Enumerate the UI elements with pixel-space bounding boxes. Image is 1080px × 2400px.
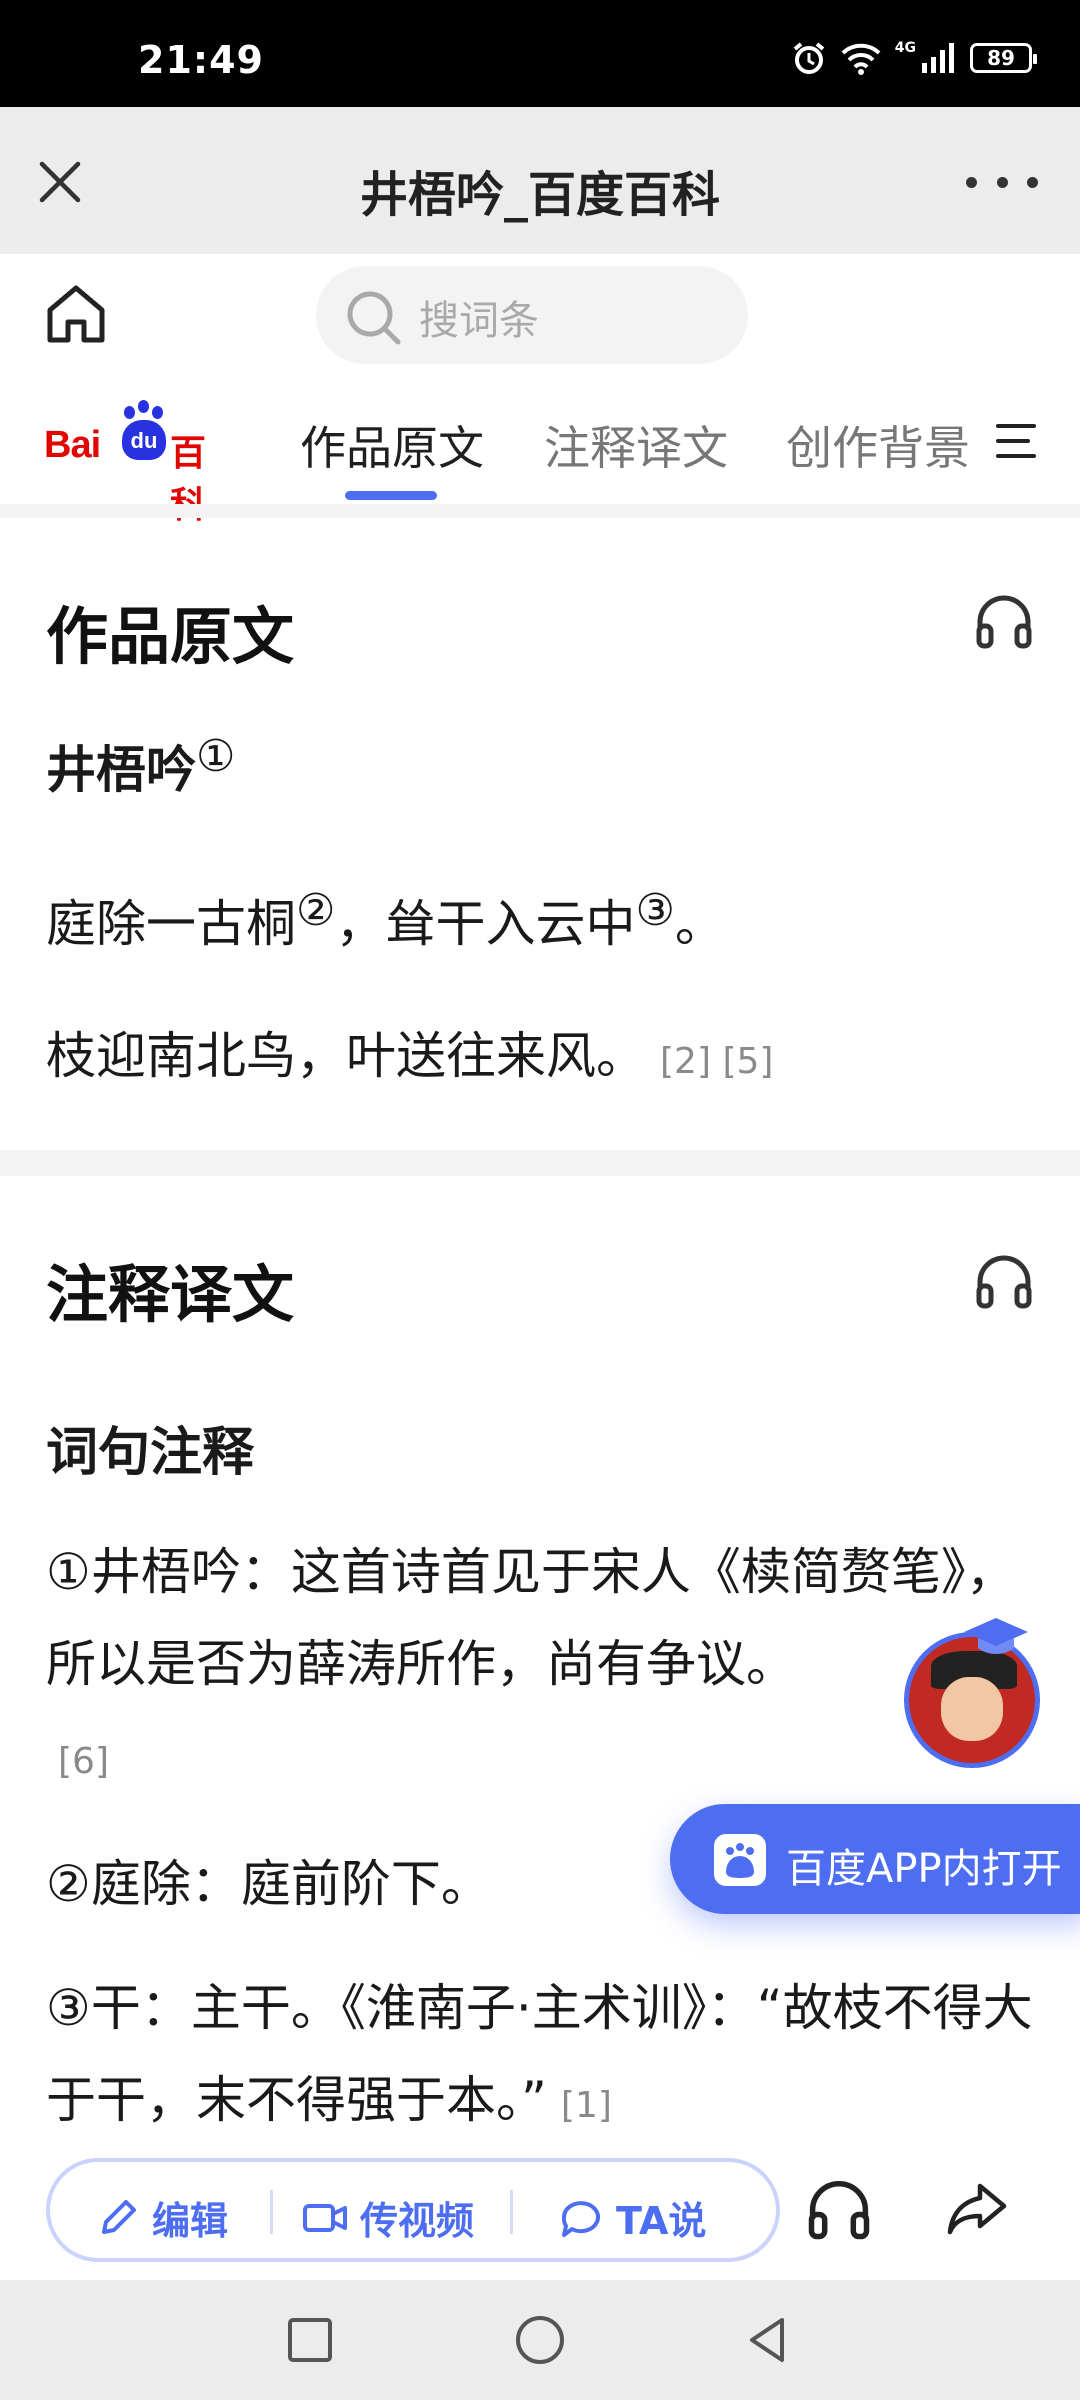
baidu-baike-logo[interactable]: Bai du 百科 xyxy=(44,400,240,526)
recent-apps-button[interactable] xyxy=(280,2310,340,2370)
battery-indicator: 89 xyxy=(970,43,1037,73)
graduation-cap-icon xyxy=(964,1618,1028,1654)
edit-button[interactable]: 编辑 xyxy=(96,2190,228,2245)
poem-line-1: 庭除一古桐②，耸干入云中③。 xyxy=(46,884,725,956)
section-title-original: 作品原文 xyxy=(46,600,295,673)
section-divider xyxy=(0,1150,1080,1176)
logo-paw-dot xyxy=(124,406,135,419)
more-dot-icon xyxy=(996,176,1008,188)
note-item: ③干：主干。《淮南子·主术训》：“故枝不得大于干，末不得强于本。” [1] xyxy=(46,1962,1046,2152)
back-nav-button[interactable] xyxy=(738,2310,798,2370)
menu-line-icon xyxy=(996,424,1036,428)
poem-line-text: 枝迎南北鸟，叶送往来风。 xyxy=(46,1027,646,1085)
poem-title-text: 井梧吟 xyxy=(46,741,196,799)
menu-line-icon xyxy=(996,439,1030,443)
more-options-button[interactable] xyxy=(966,159,1038,205)
tab-original[interactable]: 作品原文 xyxy=(300,412,484,478)
logo-paw-dot xyxy=(152,406,163,419)
home-button[interactable] xyxy=(40,278,112,350)
ta-say-label: TA说 xyxy=(616,2199,707,2243)
bottom-toolbar: 编辑 传视频 TA说 xyxy=(0,2138,1080,2280)
search-placeholder: 搜词条 xyxy=(419,298,539,344)
section-title-notes: 注释译文 xyxy=(46,1258,295,1331)
note-item: ①井梧吟：这首诗首见于宋人《椟简赘笔》，所以是否为薛涛所作，尚有争议。 [6] xyxy=(46,1526,1046,1808)
toolbar-separator xyxy=(510,2190,513,2234)
search-icon xyxy=(347,291,401,345)
reference-link[interactable]: [6] xyxy=(58,1741,109,1782)
baidu-paw-icon xyxy=(726,1843,754,1878)
headphone-icon xyxy=(976,595,1032,649)
headphone-icon xyxy=(808,2180,870,2240)
section-divider xyxy=(0,504,1080,518)
video-camera-icon xyxy=(303,2203,347,2232)
poem-line-2: 枝迎南北鸟，叶送往来风。 [2] [5] xyxy=(46,1016,773,1088)
system-navigation-bar xyxy=(0,2280,1080,2400)
logo-text-bai: Bai xyxy=(44,424,101,466)
note-mark[interactable]: ③ xyxy=(635,885,674,936)
page-title: 井梧吟_百度百科 xyxy=(359,167,720,223)
upload-video-label: 传视频 xyxy=(360,2199,475,2243)
status-icons: 4G 89 xyxy=(791,40,1037,76)
listen-original-button[interactable] xyxy=(974,592,1034,650)
open-in-app-label: 百度APP内打开 xyxy=(786,1846,1062,1892)
home-nav-button[interactable] xyxy=(510,2310,570,2370)
status-bar: 21:49 4G 89 xyxy=(0,0,1080,107)
avatar-face xyxy=(941,1677,1003,1741)
signal-icon xyxy=(922,43,954,73)
alarm-icon xyxy=(793,42,825,74)
wifi-icon xyxy=(841,43,881,75)
tab-notes[interactable]: 注释译文 xyxy=(544,412,728,478)
active-tab-indicator xyxy=(345,491,437,500)
ta-say-button[interactable]: TA说 xyxy=(558,2190,706,2245)
edit-label: 编辑 xyxy=(152,2199,229,2243)
back-triangle-icon xyxy=(750,2318,784,2362)
square-icon xyxy=(288,2318,332,2362)
baidu-app-icon xyxy=(714,1834,766,1886)
network-type: 4G xyxy=(894,40,916,56)
note-text: ①井梧吟：这首诗首见于宋人《椟简赘笔》，所以是否为薛涛所作，尚有争议。 xyxy=(46,1543,1016,1693)
share-icon xyxy=(947,2183,1007,2235)
headphone-icon xyxy=(976,1255,1032,1309)
circle-icon xyxy=(516,2316,564,2364)
home-icon xyxy=(47,285,105,343)
more-dot-icon xyxy=(966,176,977,188)
pencil-icon xyxy=(102,2199,136,2234)
chat-bubble-icon xyxy=(561,2200,600,2237)
subsection-title: 词句注释 xyxy=(46,1423,255,1483)
note-mark[interactable]: ① xyxy=(196,731,235,782)
poem-line-text: 。 xyxy=(674,895,725,953)
open-in-app-button[interactable]: 百度APP内打开 xyxy=(670,1804,1080,1914)
note-text: ③干：主干。《淮南子·主术训》：“故枝不得大于干，末不得强于本。” xyxy=(46,1979,1033,2129)
tab-background[interactable]: 创作背景 xyxy=(786,412,970,478)
poem-title: 井梧吟① xyxy=(46,730,235,802)
share-button[interactable] xyxy=(944,2176,1010,2242)
menu-button[interactable] xyxy=(996,424,1036,460)
upload-video-button[interactable]: 传视频 xyxy=(302,2190,474,2245)
note-text: ②庭除：庭前阶下。 xyxy=(46,1855,491,1913)
menu-line-icon xyxy=(996,454,1036,458)
status-time: 21:49 xyxy=(138,38,264,82)
listen-button[interactable] xyxy=(806,2176,872,2242)
toolbar-separator xyxy=(270,2190,273,2234)
logo-paw-du: du xyxy=(122,420,166,460)
poem-line-text: 庭除一古桐 xyxy=(46,895,296,953)
poem-line-text: ，耸干入云中 xyxy=(335,895,636,953)
action-pill: 编辑 传视频 TA说 xyxy=(46,2158,780,2262)
more-dot-icon xyxy=(1027,176,1038,188)
logo-paw-dot xyxy=(138,400,149,413)
reference-link[interactable]: [2] [5] xyxy=(660,1041,773,1082)
reference-link[interactable]: [1] xyxy=(561,2085,612,2126)
browser-header: 井梧吟_百度百科 xyxy=(0,107,1080,254)
note-mark[interactable]: ② xyxy=(296,885,335,936)
search-input[interactable]: 搜词条 xyxy=(316,266,748,364)
listen-notes-button[interactable] xyxy=(974,1252,1034,1310)
